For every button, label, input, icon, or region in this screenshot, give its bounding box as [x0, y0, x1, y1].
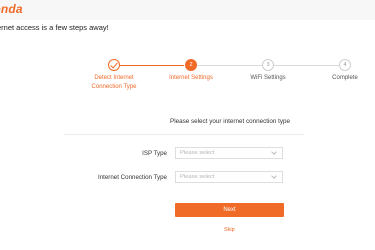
chevron-down-icon: [271, 173, 277, 179]
chevron-down-icon: [271, 149, 277, 155]
isp-type-placeholder: Please select: [180, 150, 215, 156]
connection-type-prompt: Please select your internet connection t…: [170, 118, 291, 125]
step-1-label-line2: Connection Type: [91, 84, 137, 90]
step-4-label: Complete: [332, 75, 358, 81]
step-3-circle: 3: [262, 59, 274, 71]
check-icon: [110, 60, 118, 69]
page-subtitle: ernet access is a few steps away!: [0, 23, 109, 32]
header-bar: enda: [0, 0, 375, 20]
step-connector-3: [274, 65, 339, 66]
step-1-label: Detect Internet Connection Type: [79, 74, 149, 92]
step-1-label-line1: Detect Internet: [94, 75, 134, 81]
step-1-circle: [108, 59, 120, 71]
step-2-circle: 2: [185, 59, 197, 71]
next-button[interactable]: Next: [175, 203, 284, 217]
connection-type-placeholder: Please select: [180, 174, 215, 180]
step-4-circle: 4: [339, 59, 351, 71]
step-connector-1: [120, 65, 184, 66]
isp-type-select[interactable]: Please select: [175, 147, 283, 159]
step-2-label: Internet Settings: [169, 75, 213, 81]
section-divider: [64, 134, 304, 135]
brand-logo: enda: [0, 2, 23, 16]
connection-type-label: Internet Connection Type: [97, 174, 167, 181]
connection-type-select[interactable]: Please select: [175, 171, 283, 183]
isp-type-label: ISP Type: [142, 150, 167, 157]
step-3-label: WiFi Settings: [250, 75, 286, 81]
step-connector-2: [197, 65, 262, 66]
skip-link[interactable]: Skip: [224, 227, 235, 233]
